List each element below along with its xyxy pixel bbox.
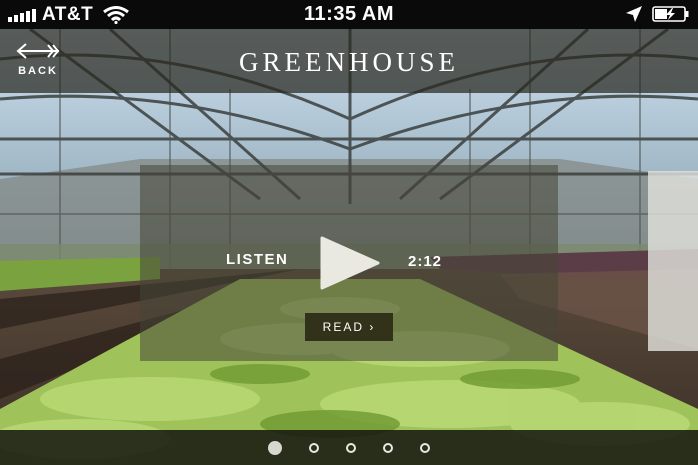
- page-dot-4[interactable]: [383, 442, 393, 453]
- battery-charging-icon: [652, 6, 689, 22]
- audio-duration: 2:12: [408, 253, 443, 270]
- status-bar: AT&T 11:35 AM: [0, 0, 698, 29]
- page-title: GREENHOUSE: [239, 47, 459, 77]
- next-card-peek[interactable]: [648, 171, 698, 351]
- app-screen: AT&T 11:35 AM BACK GREENHOUSE LISTEN 2:1…: [0, 0, 698, 465]
- play-icon[interactable]: [320, 236, 380, 290]
- location-arrow-icon: [626, 6, 642, 22]
- page-indicator: [0, 430, 698, 465]
- header-bar: BACK GREENHOUSE: [0, 29, 698, 93]
- listen-label: LISTEN: [226, 251, 289, 268]
- page-dot-5[interactable]: [420, 442, 430, 453]
- status-time: 11:35 AM: [304, 3, 394, 25]
- read-button[interactable]: READ ›: [305, 313, 393, 341]
- read-button-label: READ ›: [322, 320, 376, 334]
- page-dot-1[interactable]: [268, 440, 282, 455]
- page-dot-2[interactable]: [309, 442, 319, 453]
- page-dot-3[interactable]: [346, 442, 356, 453]
- status-right: [626, 5, 690, 23]
- story-card: LISTEN 2:12 READ ›: [140, 165, 558, 361]
